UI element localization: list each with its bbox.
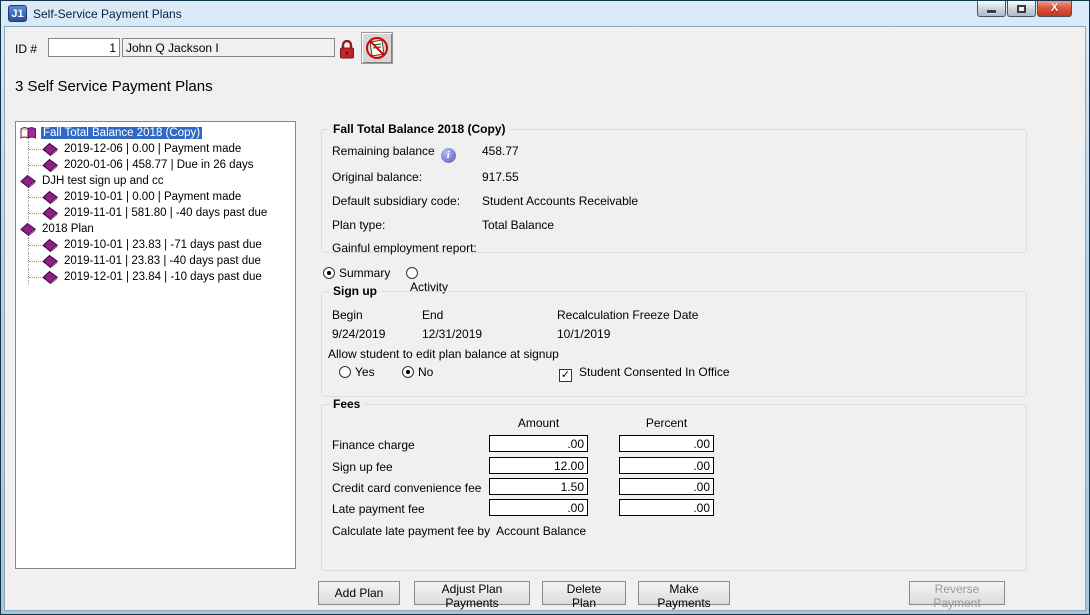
summary-radio[interactable]: Summary — [323, 266, 390, 280]
page-title: 3 Self Service Payment Plans — [15, 78, 213, 95]
close-icon: X — [1051, 3, 1058, 14]
tree-payment-item[interactable]: 2020-01-06 | 458.77 | Due in 26 days — [18, 157, 295, 173]
tree-connector — [28, 189, 48, 205]
tree-plan-item[interactable]: Fall Total Balance 2018 (Copy) — [18, 125, 295, 141]
late-payment-fee-percent-input[interactable] — [619, 499, 714, 516]
plan-type-row: Plan type: Total Balance — [332, 218, 385, 232]
freeze-date-label: Recalculation Freeze Date — [557, 308, 698, 322]
tree-payment-item[interactable]: 2019-12-01 | 23.84 | -10 days past due — [18, 269, 295, 285]
remaining-balance-value: 458.77 — [482, 144, 519, 158]
no-notes-icon — [365, 36, 389, 60]
tree-connector — [28, 157, 48, 173]
no-radio-icon — [402, 366, 414, 378]
sign-up-title: Sign up — [329, 284, 381, 298]
summary-radio-icon — [323, 267, 335, 279]
freeze-date-value: 10/1/2019 — [557, 327, 610, 341]
plan-details-title: Fall Total Balance 2018 (Copy) — [329, 122, 510, 136]
tree-connector — [28, 269, 48, 285]
checkbox-icon: ✓ — [559, 369, 572, 382]
tree-plan-item[interactable]: DJH test sign up and cc — [18, 173, 295, 189]
begin-date-value: 9/24/2019 — [332, 327, 385, 341]
sign-up-fee-label: Sign up fee — [332, 460, 393, 474]
closed-book-icon — [20, 175, 36, 188]
fees-group: Fees Amount Percent Finance charge Sign … — [321, 404, 1027, 571]
sign-up-fee-amount-input[interactable] — [489, 457, 588, 474]
activity-radio-icon — [406, 267, 418, 279]
id-input[interactable] — [48, 38, 120, 57]
add-plan-button[interactable]: Add Plan — [318, 581, 400, 605]
remaining-balance-row: Remaining balancei 458.77 — [332, 144, 456, 163]
tree-payment-item[interactable]: 2019-11-01 | 581.80 | -40 days past due — [18, 205, 295, 221]
begin-label: Begin — [332, 308, 363, 322]
end-date-value: 12/31/2019 — [422, 327, 482, 341]
info-icon[interactable]: i — [441, 148, 456, 163]
finance-charge-percent-input[interactable] — [619, 435, 714, 452]
tree-connector — [28, 205, 48, 221]
tree-payment-item[interactable]: 2019-10-01 | 23.83 | -71 days past due — [18, 237, 295, 253]
plan-details-group: Fall Total Balance 2018 (Copy) Remaining… — [321, 129, 1027, 253]
sign-up-group: Sign up Begin End Recalculation Freeze D… — [321, 291, 1027, 397]
original-balance-row: Original balance: 917.55 — [332, 170, 422, 184]
cc-convenience-fee-label: Credit card convenience fee — [332, 481, 481, 495]
student-name-field — [122, 38, 335, 57]
plan-type-value: Total Balance — [482, 218, 554, 232]
app-window: J1 Self-Service Payment Plans X ID # — [0, 0, 1090, 615]
minimize-button[interactable] — [977, 1, 1006, 17]
finance-charge-label: Finance charge — [332, 438, 415, 452]
cc-convenience-fee-percent-input[interactable] — [619, 478, 714, 495]
delete-plan-button[interactable]: Delete Plan — [542, 581, 626, 605]
reverse-payment-button: Reverse Payment — [909, 581, 1005, 605]
subsidiary-code-row: Default subsidiary code: Student Account… — [332, 194, 460, 208]
allow-edit-yes-radio[interactable]: Yes — [339, 365, 375, 379]
client-area: ID # 3 Self Service Payment Plans — [4, 26, 1086, 611]
window-title: Self-Service Payment Plans — [33, 7, 182, 21]
sign-up-fee-percent-input[interactable] — [619, 457, 714, 474]
cc-convenience-fee-amount-input[interactable] — [489, 478, 588, 495]
tree-connector — [28, 237, 48, 253]
close-button[interactable]: X — [1037, 1, 1072, 17]
lock-icon — [339, 40, 355, 59]
subsidiary-code-value: Student Accounts Receivable — [482, 194, 638, 208]
maximize-icon — [1017, 5, 1026, 13]
amount-column-header: Amount — [489, 416, 588, 430]
title-bar[interactable]: J1 Self-Service Payment Plans X — [4, 1, 1086, 26]
tree-payment-item[interactable]: 2019-10-01 | 0.00 | Payment made — [18, 189, 295, 205]
closed-book-icon — [20, 223, 36, 236]
maximize-button[interactable] — [1007, 1, 1036, 17]
id-label: ID # — [15, 42, 37, 56]
make-payments-button[interactable]: Make Payments — [638, 581, 730, 605]
open-book-icon — [20, 126, 37, 140]
percent-column-header: Percent — [619, 416, 714, 430]
yes-radio-icon — [339, 366, 351, 378]
tree-payment-item[interactable]: 2019-11-01 | 23.83 | -40 days past due — [18, 253, 295, 269]
finance-charge-amount-input[interactable] — [489, 435, 588, 452]
late-fee-calc-note: Calculate late payment fee byAccount Bal… — [332, 524, 586, 538]
student-consented-checkbox[interactable]: ✓Student Consented In Office — [559, 365, 730, 382]
no-notes-button[interactable] — [361, 32, 393, 64]
allow-edit-label: Allow student to edit plan balance at si… — [328, 347, 559, 361]
tree-connector — [28, 141, 48, 157]
payment-plans-tree[interactable]: Fall Total Balance 2018 (Copy) 2019-12-0… — [15, 121, 296, 569]
allow-edit-no-radio[interactable]: No — [402, 365, 433, 379]
adjust-plan-payments-button[interactable]: Adjust Plan Payments — [414, 581, 530, 605]
late-payment-fee-label: Late payment fee — [332, 502, 425, 516]
activity-radio[interactable]: Activity — [406, 266, 448, 294]
late-fee-calc-value: Account Balance — [496, 524, 586, 538]
app-logo-icon: J1 — [8, 5, 27, 22]
minimize-icon — [987, 10, 996, 13]
view-toggle: Summary Activity — [323, 266, 402, 280]
tree-payment-item[interactable]: 2019-12-06 | 0.00 | Payment made — [18, 141, 295, 157]
gainful-employment-row: Gainful employment report: — [332, 241, 477, 255]
tree-connector — [28, 253, 48, 269]
original-balance-value: 917.55 — [482, 170, 519, 184]
end-label: End — [422, 308, 443, 322]
tree-plan-item[interactable]: 2018 Plan — [18, 221, 295, 237]
late-payment-fee-amount-input[interactable] — [489, 499, 588, 516]
fees-title: Fees — [329, 397, 364, 411]
